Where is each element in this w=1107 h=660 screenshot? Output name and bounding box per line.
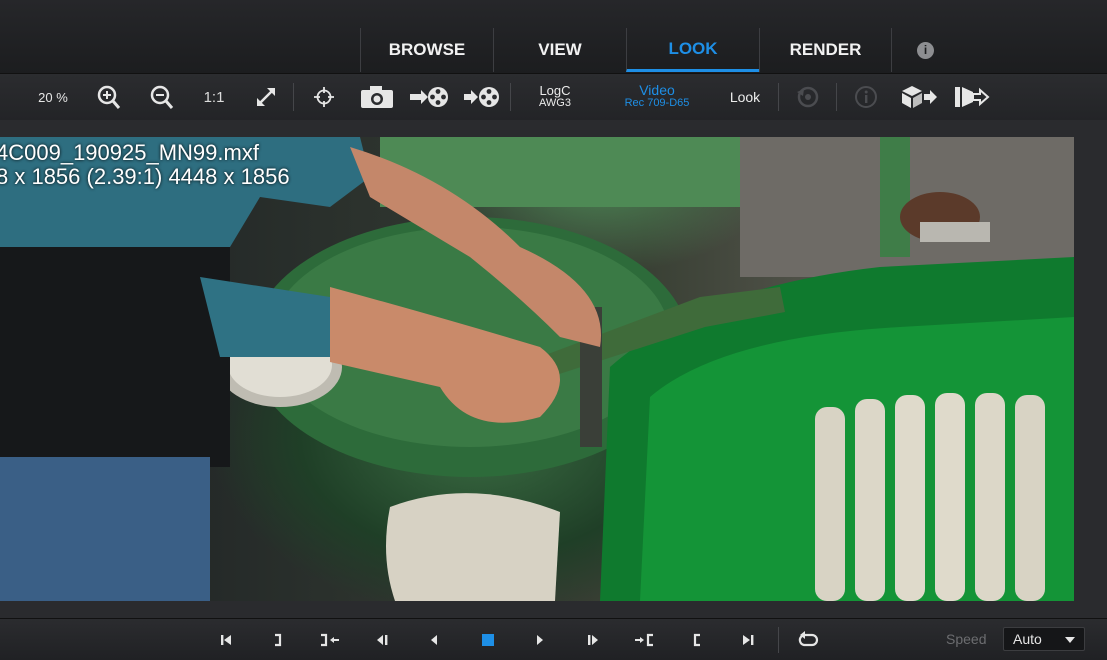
crosshair-icon[interactable] <box>308 74 340 120</box>
output-gamma-label: Video <box>639 82 675 98</box>
top-bar: BROWSE VIEW LOOK RENDER i <box>0 0 1107 74</box>
mark-in-icon[interactable] <box>683 619 711 660</box>
output-gamut-label: Rec 709-D65 <box>624 97 690 109</box>
info-icon[interactable] <box>850 74 882 120</box>
info-icon[interactable]: i <box>917 42 934 59</box>
go-to-in-icon[interactable] <box>630 619 658 660</box>
speed-select[interactable]: Auto <box>1003 627 1085 651</box>
speed-value: Auto <box>1013 631 1042 647</box>
actual-size-button[interactable]: 1:1 <box>198 74 230 120</box>
play-reverse-icon[interactable] <box>420 619 448 660</box>
frame-image <box>0 137 1074 601</box>
step-back-icon[interactable] <box>368 619 396 660</box>
output-colorspace-button[interactable]: Video Rec 709-D65 <box>612 74 702 120</box>
filename-overlay: 4C009_190925_MN99.mxf <box>0 140 259 165</box>
play-icon[interactable] <box>526 619 554 660</box>
tab-view[interactable]: VIEW <box>493 28 626 72</box>
viewer-toolbar: 20 % 1:1 LogC AWG3 Video Rec 709-D65 Loo… <box>0 74 1107 121</box>
zoom-in-icon[interactable] <box>92 74 124 120</box>
camera-icon[interactable] <box>358 74 396 120</box>
fullscreen-icon[interactable] <box>250 74 282 120</box>
input-gamut-label: AWG3 <box>539 97 571 109</box>
cube-export-icon[interactable] <box>898 74 940 120</box>
look-button[interactable]: Look <box>722 74 768 120</box>
go-to-start-icon[interactable] <box>212 619 240 660</box>
tab-look[interactable]: LOOK <box>626 28 759 72</box>
input-gamma-label: LogC <box>539 83 571 98</box>
tab-render[interactable]: RENDER <box>759 28 892 72</box>
resolution-overlay: 8 x 1856 (2.39:1) 4448 x 1856 <box>0 164 290 189</box>
go-to-end-icon[interactable] <box>734 619 762 660</box>
transport-divider <box>778 627 779 653</box>
stop-icon[interactable] <box>474 619 502 660</box>
film-export-icon[interactable] <box>408 74 450 120</box>
toolbar-divider <box>510 83 511 111</box>
speed-label: Speed <box>946 631 987 647</box>
zoom-level[interactable]: 20 % <box>30 74 76 120</box>
transport-bar: Speed Auto <box>0 618 1107 660</box>
chevron-down-icon <box>1065 637 1075 643</box>
toolbar-divider <box>293 83 294 111</box>
zoom-out-icon[interactable] <box>145 74 177 120</box>
film-import-icon[interactable] <box>462 74 502 120</box>
image-viewer[interactable]: 4C009_190925_MN99.mxf 8 x 1856 (2.39:1) … <box>0 120 1107 618</box>
video-frame[interactable]: 4C009_190925_MN99.mxf 8 x 1856 (2.39:1) … <box>0 137 1074 601</box>
toolbar-divider <box>778 83 779 111</box>
loop-icon[interactable] <box>794 619 822 660</box>
toolbar-divider <box>836 83 837 111</box>
input-colorspace-button[interactable]: LogC AWG3 <box>528 74 582 120</box>
main-tabs: BROWSE VIEW LOOK RENDER <box>360 28 892 73</box>
go-to-out-icon[interactable] <box>316 619 344 660</box>
step-forward-icon[interactable] <box>579 619 607 660</box>
mark-out-icon[interactable] <box>264 619 292 660</box>
reset-look-icon[interactable] <box>792 74 824 120</box>
frame-export-icon[interactable] <box>951 74 993 120</box>
tab-browse[interactable]: BROWSE <box>360 28 493 72</box>
